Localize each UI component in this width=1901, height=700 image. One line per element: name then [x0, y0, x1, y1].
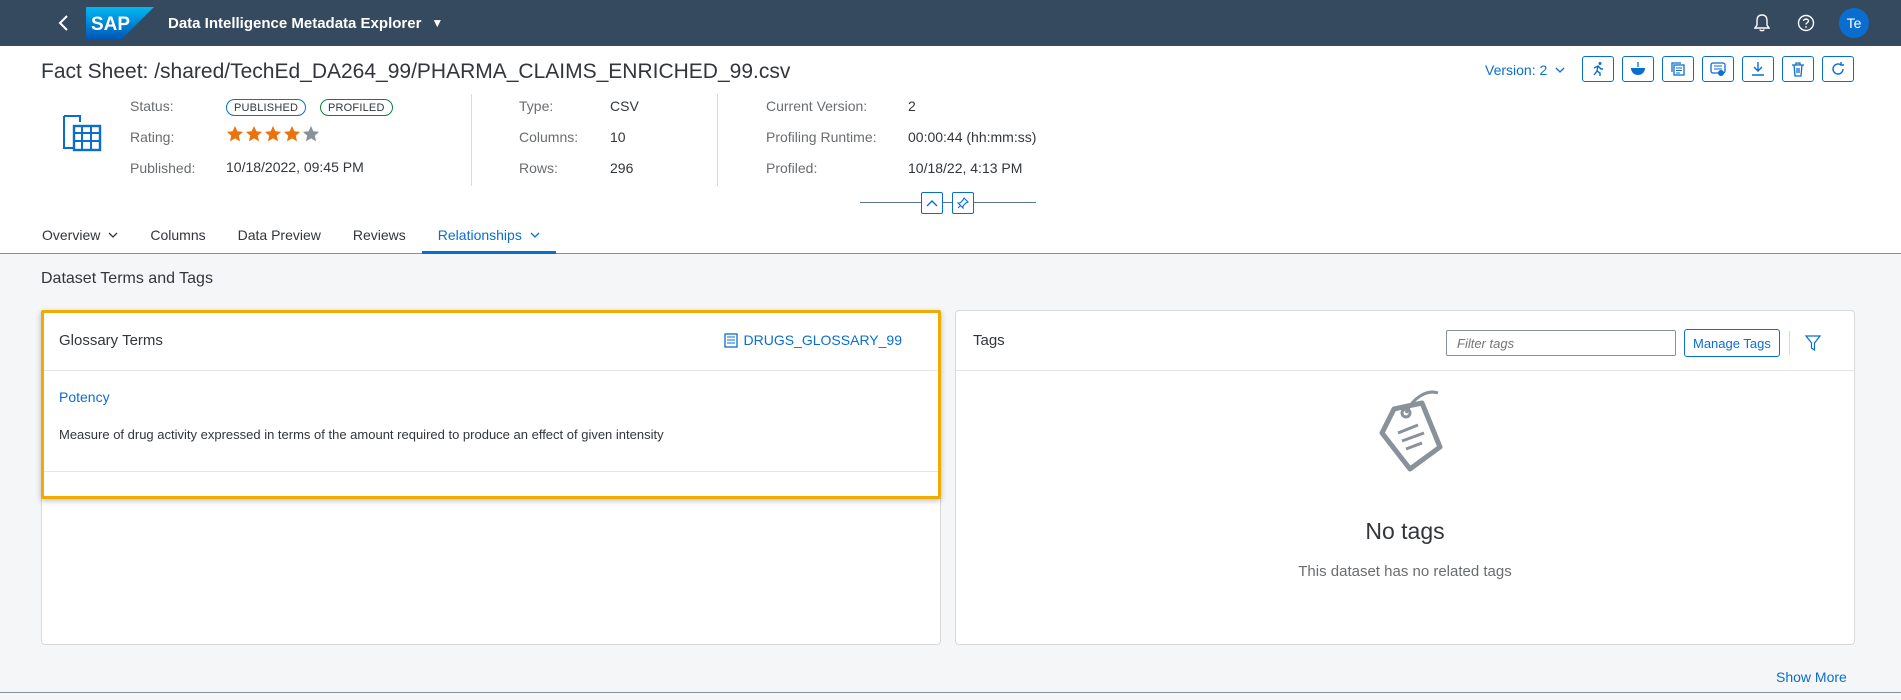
profiling-runtime-label: Profiling Runtime: [766, 129, 877, 145]
version-label: Version: 2 [1485, 62, 1548, 78]
glossary-name: DRUGS_GLOSSARY_99 [743, 332, 902, 348]
bowl-icon [1631, 62, 1645, 75]
current-version-label: Current Version: [766, 98, 868, 114]
profiling-runtime-value: 00:00:44 (hh:mm:ss) [908, 129, 1037, 145]
tab-label: Data Preview [237, 227, 321, 243]
rating-stars [226, 125, 320, 143]
chevron-down-icon [108, 232, 118, 238]
tab-columns[interactable]: Columns [134, 216, 221, 254]
columns-value: 10 [610, 129, 626, 145]
copy-button[interactable] [1662, 56, 1694, 82]
columns-label: Columns: [519, 129, 579, 145]
tab-bar: Overview Columns Data Preview Reviews Relati… [41, 216, 556, 254]
header-divider [717, 94, 718, 186]
status-badge-profiled: PROFILED [320, 99, 393, 116]
status-badge-published: PUBLISHED [226, 99, 307, 116]
pin-header-button[interactable] [952, 192, 974, 214]
tab-label: Relationships [437, 227, 522, 243]
type-label: Type: [519, 98, 554, 114]
tab-label: Reviews [352, 227, 406, 243]
bell-icon[interactable] [1751, 12, 1773, 34]
chevron-up-icon [926, 200, 938, 207]
download-button[interactable] [1742, 56, 1774, 82]
bowl-button[interactable] [1622, 56, 1654, 82]
page-divider [0, 692, 1901, 693]
toolbar-divider [1789, 331, 1790, 355]
star-filled-icon[interactable] [226, 125, 244, 143]
run-icon [1593, 62, 1603, 76]
glossary-term-link[interactable]: Potency [59, 389, 110, 405]
download-icon [1752, 62, 1764, 76]
filter-tags-input[interactable] [1446, 330, 1676, 356]
empty-state-subtitle: This dataset has no related tags [1298, 563, 1512, 580]
chevron-down-icon [1555, 67, 1565, 73]
card-title: Glossary Terms [59, 332, 163, 349]
shell-bar: SAP Data Intelligence Metadata Explorer … [0, 0, 1901, 46]
publish-button[interactable] [1702, 56, 1734, 82]
tab-overview[interactable]: Overview [41, 216, 134, 254]
app-title[interactable]: Data Intelligence Metadata Explorer [168, 15, 421, 32]
version-select[interactable]: Version: 2 [1485, 62, 1565, 78]
tags-card: Tags Manage Tags No tags This dataset ha… [955, 310, 1855, 645]
header-collapse-line [860, 202, 1036, 203]
avatar[interactable]: Te [1839, 8, 1869, 38]
chevron-down-icon[interactable]: ▼ [431, 16, 443, 30]
type-value: CSV [610, 98, 639, 114]
empty-state-title: No tags [1365, 518, 1445, 544]
star-filled-icon[interactable] [283, 125, 301, 143]
card-header: Glossary Terms DRUGS_GLOSSARY_99 [42, 311, 940, 371]
current-version-value: 2 [908, 98, 916, 114]
star-filled-icon[interactable] [245, 125, 263, 143]
profiled-value: 10/18/22, 4:13 PM [908, 160, 1023, 176]
object-header: Fact Sheet: /shared/TechEd_DA264_99/PHAR… [0, 46, 1901, 254]
section-title: Dataset Terms and Tags [41, 270, 213, 287]
delete-button[interactable] [1782, 56, 1814, 82]
rows-label: Rows: [519, 160, 558, 176]
refresh-button[interactable] [1822, 56, 1854, 82]
delete-icon [1792, 62, 1804, 77]
refresh-icon [1832, 62, 1844, 75]
filter-funnel-icon[interactable] [1804, 334, 1822, 352]
svg-text:SAP: SAP [91, 14, 130, 35]
back-icon[interactable] [48, 14, 78, 32]
card-title: Tags [973, 332, 1005, 349]
copy-icon [1671, 62, 1685, 76]
page-title: Fact Sheet: /shared/TechEd_DA264_99/PHAR… [41, 60, 791, 83]
dataset-table-icon [60, 112, 104, 156]
tab-data-preview[interactable]: Data Preview [222, 216, 337, 254]
pin-icon [957, 197, 969, 209]
published-label: Published: [130, 160, 196, 176]
header-divider [471, 94, 472, 186]
published-value: 10/18/2022, 09:45 PM [226, 159, 364, 175]
card-header: Tags Manage Tags [956, 311, 1854, 371]
run-profile-button[interactable] [1582, 56, 1614, 82]
collapse-header-button[interactable] [921, 192, 943, 214]
glossary-term-description: Measure of drug activity expressed in te… [59, 427, 664, 442]
publish-icon [1710, 62, 1726, 76]
star-empty-icon[interactable] [302, 125, 320, 143]
glossary-book-icon [723, 332, 738, 348]
glossary-terms-card: Glossary Terms DRUGS_GLOSSARY_99 Potency… [41, 310, 941, 645]
rating-label: Rating: [130, 129, 175, 145]
status-label: Status: [130, 98, 174, 114]
header-toolbar [1582, 56, 1854, 82]
tab-label: Columns [150, 227, 206, 243]
glossary-link[interactable]: DRUGS_GLOSSARY_99 [723, 332, 902, 348]
tab-label: Overview [42, 227, 101, 243]
tab-relationships[interactable]: Relationships [421, 216, 556, 254]
tab-reviews[interactable]: Reviews [337, 216, 422, 254]
sap-logo: SAP [86, 7, 154, 39]
chevron-down-icon [530, 232, 540, 238]
show-more-link[interactable]: Show More [1776, 669, 1847, 685]
star-filled-icon[interactable] [264, 125, 282, 143]
profiled-label: Profiled: [766, 160, 818, 176]
term-divider [42, 471, 940, 472]
manage-tags-button[interactable]: Manage Tags [1684, 329, 1780, 357]
help-icon[interactable] [1795, 12, 1817, 34]
rows-value: 296 [610, 160, 634, 176]
tag-illustration-icon [1379, 390, 1443, 472]
